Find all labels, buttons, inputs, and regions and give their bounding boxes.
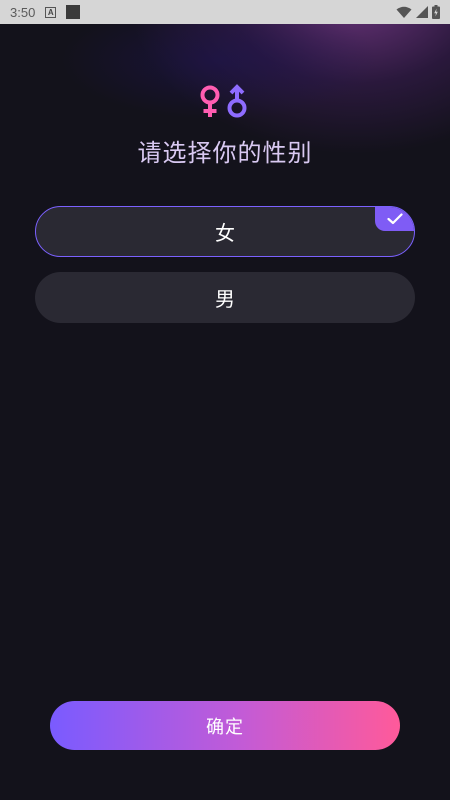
notification-square-icon bbox=[66, 5, 81, 19]
confirm-button-label: 确定 bbox=[206, 716, 244, 738]
notification-a-icon: A bbox=[45, 6, 57, 18]
battery-icon bbox=[432, 5, 440, 19]
option-female-label: 女 bbox=[215, 221, 235, 245]
cell-signal-icon bbox=[416, 6, 428, 18]
option-female[interactable]: 女 bbox=[35, 206, 415, 257]
option-male[interactable]: 男 bbox=[35, 272, 415, 323]
status-time: 3:50 bbox=[10, 4, 36, 20]
option-male-label: 男 bbox=[215, 287, 235, 311]
gender-selection-screen: 3:50 A 请选择你的性别 女 男 确定 bbox=[0, 0, 450, 800]
main-content: 请选择你的性别 女 男 确定 bbox=[0, 0, 450, 800]
check-icon bbox=[387, 212, 403, 224]
status-bar: 3:50 A bbox=[0, 0, 450, 24]
status-right bbox=[396, 5, 440, 19]
page-title: 请选择你的性别 bbox=[137, 139, 313, 167]
selected-badge bbox=[375, 207, 414, 231]
confirm-button[interactable]: 确定 bbox=[50, 701, 400, 750]
status-left: 3:50 A bbox=[10, 4, 81, 20]
female-male-symbols-icon bbox=[200, 84, 247, 118]
wifi-icon bbox=[396, 6, 412, 18]
